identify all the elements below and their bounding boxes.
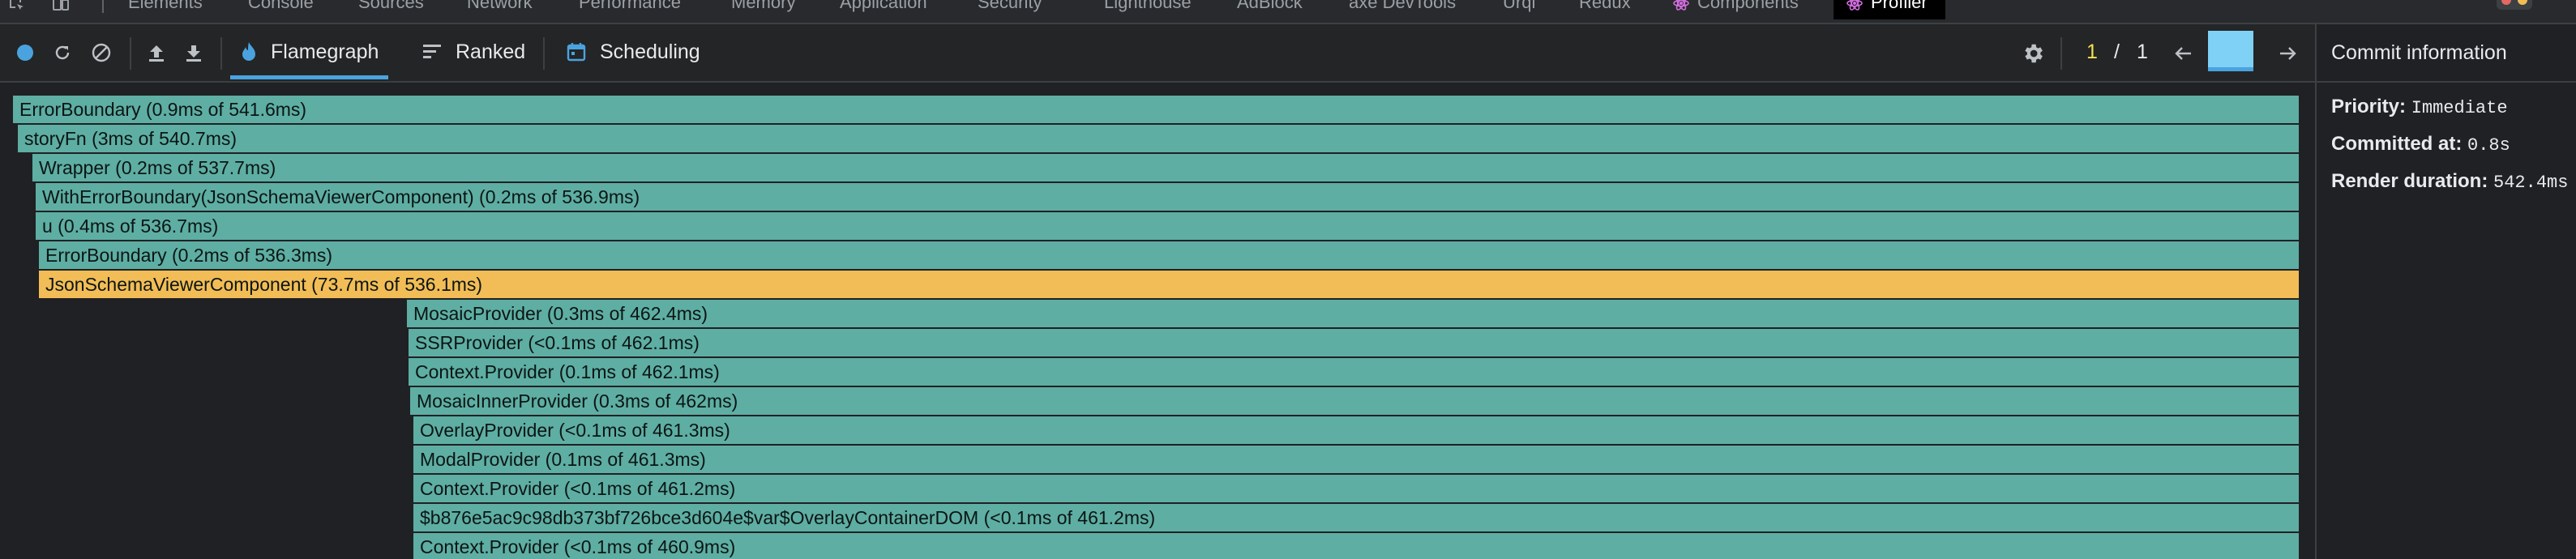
tab-scheduling-label: Scheduling xyxy=(600,40,700,63)
committed-at-label: Committed at xyxy=(2331,133,2456,155)
render-duration-value: 542.4ms xyxy=(2493,173,2569,193)
arrow-left-icon xyxy=(2175,47,2191,60)
ranked-icon xyxy=(423,45,441,58)
flamegraph-bar[interactable]: storyFn (3ms of 540.7ms) xyxy=(18,125,2300,152)
tab-ranked[interactable]: Ranked xyxy=(412,24,535,79)
flamegraph-bar[interactable]: u (0.4ms of 536.7ms) xyxy=(36,212,2300,240)
tab-urql[interactable]: Urql xyxy=(1503,0,1535,19)
tab-sources[interactable]: Sources xyxy=(358,0,424,19)
toolbar-divider xyxy=(543,37,545,70)
tab-adblock[interactable]: AdBlock xyxy=(1237,0,1303,19)
tab-security[interactable]: Security xyxy=(978,0,1042,19)
clear-icon xyxy=(92,43,111,62)
tab-performance[interactable]: Performance xyxy=(579,0,681,19)
profiler-toolbar: Flamegraph Ranked Scheduling 1 / 1 xyxy=(0,24,2315,83)
react-atom-icon xyxy=(1846,0,1863,11)
commit-separator: / xyxy=(2114,41,2120,63)
tab-profiler-label: Profiler xyxy=(1871,0,1928,12)
reload-and-profile-button[interactable] xyxy=(52,42,73,63)
commit-total: 1 xyxy=(2137,41,2148,63)
flamegraph-bar[interactable]: OverlayProvider (<0.1ms of 461.3ms) xyxy=(413,416,2300,444)
flamegraph-bar[interactable]: MosaicInnerProvider (0.3ms of 462ms) xyxy=(410,387,2300,415)
react-atom-icon xyxy=(1673,0,1689,11)
previous-commit-button[interactable] xyxy=(2171,41,2197,66)
save-profile-button[interactable] xyxy=(183,42,204,63)
gear-icon xyxy=(2025,44,2043,63)
commit-information-title: Commit information xyxy=(2317,24,2576,83)
tab-components-label: Components xyxy=(1697,0,1799,12)
tab-network[interactable]: Network xyxy=(467,0,533,19)
clear-profiling-data-button[interactable] xyxy=(91,42,112,63)
profiler-settings-button[interactable] xyxy=(2020,41,2046,66)
render-duration-label: Render duration xyxy=(2331,170,2482,192)
tab-scheduling[interactable]: Scheduling xyxy=(556,24,710,79)
tab-flamegraph[interactable]: Flamegraph xyxy=(230,24,389,79)
flame-icon xyxy=(242,42,255,61)
render-duration-row: Render duration: 542.4ms xyxy=(2331,170,2569,193)
record-button[interactable] xyxy=(15,42,36,63)
flamegraph-bar[interactable]: Context.Provider (<0.1ms of 461.2ms) xyxy=(413,475,2300,502)
flamegraph-bar[interactable]: ErrorBoundary (0.2ms of 536.3ms) xyxy=(39,241,2300,269)
committed-at-value: 0.8s xyxy=(2467,135,2510,156)
flamegraph-bar[interactable]: Wrapper (0.2ms of 537.7ms) xyxy=(32,154,2300,181)
priority-value: Immediate xyxy=(2411,98,2508,118)
flamegraph-bar[interactable]: JsonSchemaViewerComponent (73.7ms of 536… xyxy=(39,271,2300,298)
flamegraph-bar[interactable]: ErrorBoundary (0.9ms of 541.6ms) xyxy=(13,96,2300,123)
record-icon xyxy=(17,45,33,61)
tab-application[interactable]: Application xyxy=(840,0,927,19)
flamegraph-bar[interactable]: ModalProvider (0.1ms of 461.3ms) xyxy=(413,446,2300,473)
device-toolbar-icon[interactable] xyxy=(52,0,70,13)
flamegraph-bar[interactable]: MosaicProvider (0.3ms of 462.4ms) xyxy=(407,300,2300,327)
flamegraph-chart: ErrorBoundary (0.9ms of 541.6ms) storyFn … xyxy=(0,83,2315,559)
commit-index: 1 xyxy=(2086,41,2098,63)
commit-bar[interactable] xyxy=(2208,31,2253,71)
devtools-tab-strip: Elements Console Sources Network Perform… xyxy=(0,0,2576,24)
download-icon xyxy=(186,45,201,62)
tab-console[interactable]: Console xyxy=(248,0,314,19)
toolbar-divider xyxy=(220,37,222,70)
flamegraph-bar[interactable]: SSRProvider (<0.1ms of 462.1ms) xyxy=(409,329,2300,356)
toolbar-divider xyxy=(130,37,131,70)
flamegraph-bar[interactable]: $b876e5ac9c98db373bf726bce3d604e$var$Ove… xyxy=(413,504,2300,531)
committed-at-row: Committed at: 0.8s xyxy=(2331,133,2510,156)
flamegraph-bar[interactable]: Context.Provider (0.1ms of 462.1ms) xyxy=(409,358,2300,386)
flamegraph-bar[interactable]: Context.Provider (<0.1ms of 460.9ms) xyxy=(413,533,2300,559)
commit-information-panel: Commit information Priority: Immediate C… xyxy=(2315,24,2576,559)
load-profile-button[interactable] xyxy=(146,42,167,63)
arrow-right-icon xyxy=(2280,47,2296,60)
issues-badge-icon[interactable] xyxy=(2497,0,2532,10)
flamegraph-bar[interactable]: WithErrorBoundary(JsonSchemaViewerCompon… xyxy=(36,183,2300,211)
tab-memory[interactable]: Memory xyxy=(731,0,795,19)
tab-elements[interactable]: Elements xyxy=(128,0,203,19)
tab-flamegraph-label: Flamegraph xyxy=(271,40,379,63)
toolbar-divider xyxy=(2060,37,2062,70)
tab-axe-devtools[interactable]: axe DevTools xyxy=(1349,0,1456,19)
tab-profiler[interactable]: Profiler xyxy=(1834,0,1945,19)
tab-ranked-label: Ranked xyxy=(456,40,526,63)
priority-label: Priority xyxy=(2331,96,2400,117)
tab-lighthouse[interactable]: Lighthouse xyxy=(1104,0,1192,19)
upload-icon xyxy=(149,45,164,62)
tab-components[interactable]: Components xyxy=(1673,0,1799,19)
tab-strip-divider xyxy=(102,0,104,13)
calendar-icon xyxy=(567,43,586,62)
next-commit-button[interactable] xyxy=(2274,41,2300,66)
priority-row: Priority: Immediate xyxy=(2331,96,2508,118)
tab-redux[interactable]: Redux xyxy=(1579,0,1631,19)
reload-icon xyxy=(55,45,70,60)
inspect-element-icon[interactable] xyxy=(8,0,26,13)
